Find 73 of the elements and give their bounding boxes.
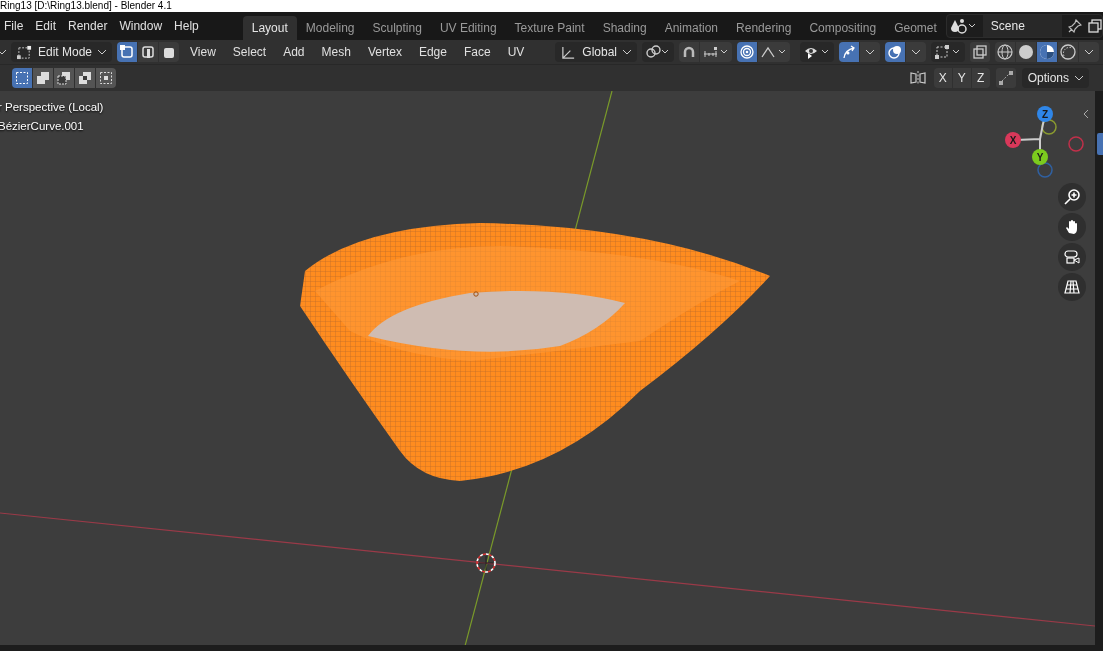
menu-item[interactable]: Mesh <box>315 42 357 62</box>
hand-icon[interactable] <box>1058 213 1086 241</box>
proportional-editing-toggle[interactable] <box>737 42 757 62</box>
magnet-icon <box>682 45 696 59</box>
mesh-overlays-dropdown[interactable] <box>931 42 965 62</box>
workspace-tab[interactable]: Shading <box>593 16 656 40</box>
axis-toggle[interactable]: Y <box>952 68 971 88</box>
camera-icon[interactable] <box>1058 243 1086 271</box>
caret-icon <box>623 49 631 55</box>
workspace-tab[interactable]: Geomet <box>885 16 946 40</box>
auto-merge-button[interactable] <box>995 68 1016 88</box>
pivot-dropdown[interactable] <box>642 42 674 62</box>
mode-dropdown[interactable]: Edit Mode <box>11 42 113 62</box>
workspace-tab[interactable]: Sculpting <box>363 16 431 40</box>
select-mode-button[interactable] <box>54 68 74 88</box>
select-mode-button[interactable] <box>12 68 32 88</box>
select-mode-icon <box>120 45 135 59</box>
menu-item[interactable]: Edit <box>29 15 63 37</box>
window-title: Ring13 [D:\Ring13.blend] - Blender 4.1 <box>0 0 172 12</box>
solid-shading-button[interactable] <box>1016 42 1036 62</box>
menu-item[interactable]: Face <box>457 42 497 62</box>
options-dropdown[interactable]: Options <box>1021 68 1089 88</box>
eye-icon <box>804 45 830 59</box>
caret-icon[interactable] <box>0 49 6 55</box>
select-mode-icon <box>162 45 177 59</box>
grid-icon[interactable] <box>1058 273 1086 301</box>
caret-icon <box>98 49 107 55</box>
rendered-shading-button[interactable] <box>1058 42 1078 62</box>
axis-toggle[interactable]: Z <box>971 68 990 88</box>
workspace-tab[interactable]: Compositing <box>800 16 886 40</box>
menu-item[interactable]: Vertex <box>361 42 408 62</box>
edge-select-button[interactable] <box>138 42 159 62</box>
menu-item[interactable]: Help <box>168 15 205 37</box>
workspace-tab[interactable]: Modeling <box>296 16 364 40</box>
workspace-tab[interactable]: Animation <box>655 16 728 40</box>
zoom-icon[interactable] <box>1058 183 1086 211</box>
workspace-tab[interactable]: Texture Paint <box>505 16 594 40</box>
axes-icon <box>561 44 577 60</box>
select-mode-button[interactable] <box>96 68 116 88</box>
select-mode-button[interactable] <box>33 68 53 88</box>
caret-icon <box>1075 75 1083 81</box>
orientation-dropdown[interactable]: Global <box>555 42 637 62</box>
menu-item[interactable]: UV <box>501 42 531 62</box>
menu-item[interactable]: Window <box>113 15 169 37</box>
vertex-box-icon <box>17 44 32 60</box>
material-shading-button[interactable] <box>1037 42 1057 62</box>
select-mode-button[interactable] <box>75 68 95 88</box>
menu-item[interactable]: Edge <box>412 42 453 62</box>
axis-ball[interactable]: X <box>1005 132 1021 148</box>
workspace-tab[interactable]: Rendering <box>727 16 801 40</box>
axis-ball[interactable]: Y <box>1032 149 1048 165</box>
menu-item[interactable]: File <box>0 15 30 37</box>
workspace-tab[interactable]: Layout <box>242 16 297 40</box>
falloff-dropdown[interactable] <box>758 42 790 62</box>
face-select-button[interactable] <box>159 42 180 62</box>
wireframe-shading-button[interactable] <box>995 42 1015 62</box>
menu-item[interactable]: View <box>184 42 222 62</box>
select-mode-icon <box>141 45 156 59</box>
vertex-select-button[interactable] <box>117 42 138 62</box>
mirror-icon <box>909 71 926 85</box>
menu-item[interactable]: Add <box>277 42 311 62</box>
workspace-tab[interactable]: UV Editing <box>430 16 506 40</box>
visibility-dropdown[interactable] <box>800 42 834 62</box>
increment-icon <box>703 45 729 59</box>
snap-toggle[interactable] <box>679 42 699 62</box>
gizmo-toggle[interactable] <box>839 42 859 62</box>
snap-target-dropdown[interactable] <box>700 42 732 62</box>
menu-item[interactable]: Render <box>62 15 114 37</box>
axis-ball[interactable]: Z <box>1037 106 1053 122</box>
axis-toggle[interactable]: X <box>933 68 952 88</box>
xray-toggle[interactable] <box>970 42 990 62</box>
menu-item[interactable]: Select <box>226 42 273 62</box>
overlays-toggle[interactable] <box>885 42 905 62</box>
